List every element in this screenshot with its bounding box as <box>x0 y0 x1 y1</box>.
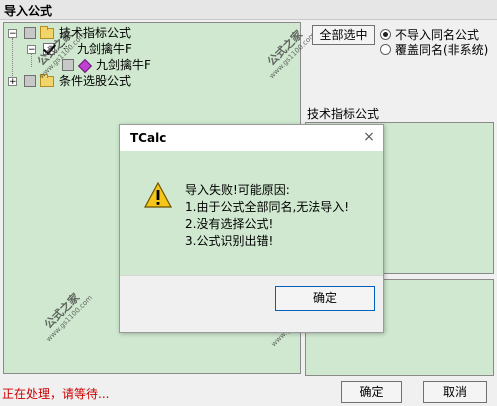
select-all-button[interactable]: 全部选中 <box>312 25 375 45</box>
collapse-icon[interactable]: − <box>8 29 17 39</box>
radio-label: 覆盖同名(非系统) <box>395 43 489 57</box>
node-checkbox[interactable] <box>24 27 36 39</box>
expand-icon[interactable]: + <box>8 77 17 87</box>
category-label: 技术指标公式 <box>307 107 380 121</box>
cancel-button[interactable]: 取消 <box>423 381 487 403</box>
window-title-bar: 导入公式 <box>0 0 497 20</box>
radio-skip-duplicates[interactable]: 不导入同名公式 <box>380 28 495 42</box>
status-text: 正在处理，请等待... <box>2 387 110 401</box>
node-checkbox[interactable] <box>24 75 36 87</box>
tree-node-label: 九剑擒牛F <box>77 42 132 56</box>
radio-label: 不导入同名公式 <box>395 28 480 42</box>
dialog-message-line: 2.没有选择公式! <box>185 217 274 231</box>
formula-gem-icon <box>77 58 93 74</box>
dialog-button-area: 确定 <box>120 275 383 332</box>
close-icon[interactable]: × <box>361 129 377 145</box>
warning-icon <box>144 182 172 208</box>
dialog-ok-button[interactable]: 确定 <box>275 286 375 311</box>
radio-button[interactable] <box>380 29 391 40</box>
dialog-message-line: 3.公式识别出错! <box>185 234 274 248</box>
window-title: 导入公式 <box>4 4 53 18</box>
dialog-message-line: 导入失败!可能原因: <box>185 183 290 197</box>
dialog-message-line: 1.由于公式全部同名,无法导入! <box>185 200 350 214</box>
collapse-icon[interactable]: − <box>27 45 36 55</box>
tree-node-label: 九剑擒牛F <box>96 58 151 72</box>
dialog-title-bar: TCalc × <box>120 125 383 151</box>
ok-button[interactable]: 确定 <box>341 381 402 403</box>
tree-node-technical-indicators[interactable]: − 技术指标公式 <box>4 25 294 41</box>
folder-icon <box>40 26 54 39</box>
radio-button[interactable] <box>380 44 391 55</box>
error-dialog: TCalc × 导入失败!可能原因: 1.由于公式全部同名,无法导入! 2.没有… <box>119 124 384 333</box>
radio-overwrite-duplicates[interactable]: 覆盖同名(非系统) <box>380 43 495 57</box>
dialog-title: TCalc <box>130 131 167 145</box>
tree-node-label: 条件选股公式 <box>59 74 132 88</box>
